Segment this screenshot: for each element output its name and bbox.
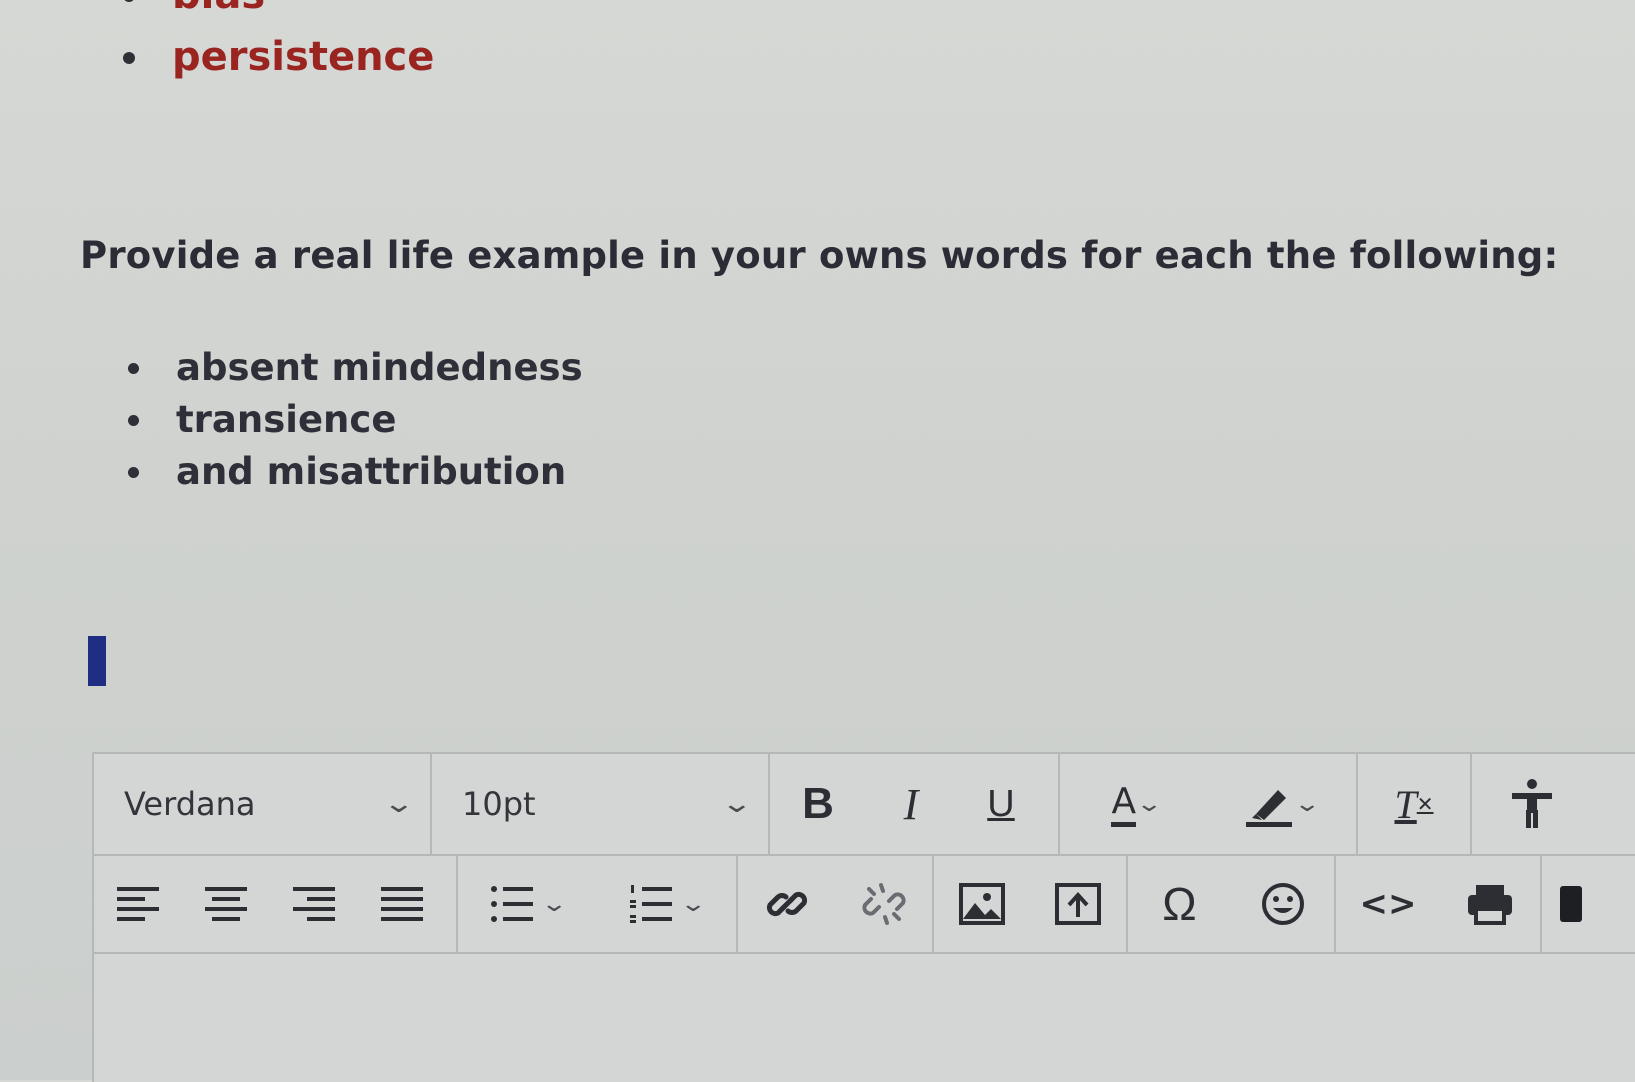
numbered-list-icon [630,885,673,923]
toolbar-row-2: ⌄ ⌄ Ω <> [94,856,1635,954]
align-left-button[interactable] [94,885,182,923]
print-button[interactable] [1440,883,1540,925]
underline-button[interactable]: U [956,783,1046,826]
link-group [738,856,934,952]
insert-image-button[interactable] [934,883,1030,925]
font-family-select[interactable]: Verdana ⌄ [94,754,432,854]
overflow-group [1542,856,1582,952]
chevron-down-icon: ⌄ [679,891,708,917]
accessibility-button[interactable] [1472,778,1592,830]
text-color-button[interactable]: A ⌄ [1060,781,1210,827]
numbered-list-button[interactable]: ⌄ [597,885,736,923]
highlighter-icon [1244,780,1294,828]
more-icon [1560,886,1582,922]
chevron-down-icon: ⌄ [1135,791,1164,817]
list-item: bias [0,0,434,26]
insert-group: Ω [1128,856,1336,952]
question-prompt: Provide a real life example in your owns… [80,234,1559,277]
align-center-icon [205,885,247,923]
chevron-down-icon: ⌄ [540,891,569,917]
clear-formatting-button[interactable]: T ✕ [1358,781,1470,828]
bullet-list-button[interactable]: ⌄ [458,885,597,923]
question-items: absent mindedness transience and misattr… [0,342,583,498]
highlight-color-button[interactable]: ⌄ [1210,780,1350,828]
font-size-value: 10pt [462,785,536,823]
media-group [934,856,1128,952]
align-right-icon [293,885,335,923]
upload-media-button[interactable] [1030,883,1126,925]
clear-group: T ✕ [1358,754,1472,854]
bold-button[interactable]: B [770,779,866,829]
toolbar-row-1: Verdana ⌄ 10pt ⌄ B I U A ⌄ ⌄ T ✕ [94,754,1635,856]
align-group [94,856,458,952]
chevron-down-icon: ⌄ [1293,791,1321,817]
editor-content-area[interactable] [94,954,1635,1082]
font-family-value: Verdana [124,785,256,823]
align-center-button[interactable] [182,885,270,923]
list-item: persistence [0,26,434,88]
upload-icon [1055,883,1101,925]
emoji-icon [1261,882,1305,926]
list-group: ⌄ ⌄ [458,856,738,952]
source-code-button[interactable]: <> [1336,884,1440,924]
print-icon [1466,883,1514,925]
list-item: and misattribution [0,446,583,498]
unlink-icon [861,881,907,927]
italic-button[interactable]: I [866,779,956,830]
image-icon [959,883,1005,925]
clear-formatting-label: T [1394,781,1417,827]
align-justify-button[interactable] [358,885,446,923]
emoji-button[interactable] [1231,882,1334,926]
chevron-down-icon: ⌄ [382,789,416,819]
close-icon: ✕ [1416,793,1434,816]
chevron-down-icon: ⌄ [720,789,754,819]
align-right-button[interactable] [270,885,358,923]
accessibility-icon [1508,778,1556,830]
code-print-group: <> [1336,856,1542,952]
insert-link-button[interactable] [738,881,835,927]
text-cursor [88,636,106,686]
more-button[interactable] [1542,886,1582,922]
color-group: A ⌄ ⌄ [1060,754,1358,854]
accessibility-group [1472,754,1592,854]
list-item: transience [0,394,583,446]
remove-link-button[interactable] [835,881,932,927]
special-character-button[interactable]: Ω [1128,877,1231,931]
bullet-list-icon [491,885,534,923]
rich-text-editor: Verdana ⌄ 10pt ⌄ B I U A ⌄ ⌄ T ✕ ⌄ ⌄ Ω <… [92,752,1635,1082]
align-left-icon [117,885,159,923]
list-item: absent mindedness [0,342,583,394]
link-icon [764,881,810,927]
font-size-select[interactable]: 10pt ⌄ [432,754,770,854]
previous-list: bias persistence [0,0,434,88]
text-color-label: A [1111,781,1137,827]
align-justify-icon [381,885,423,923]
format-group: B I U [770,754,1060,854]
